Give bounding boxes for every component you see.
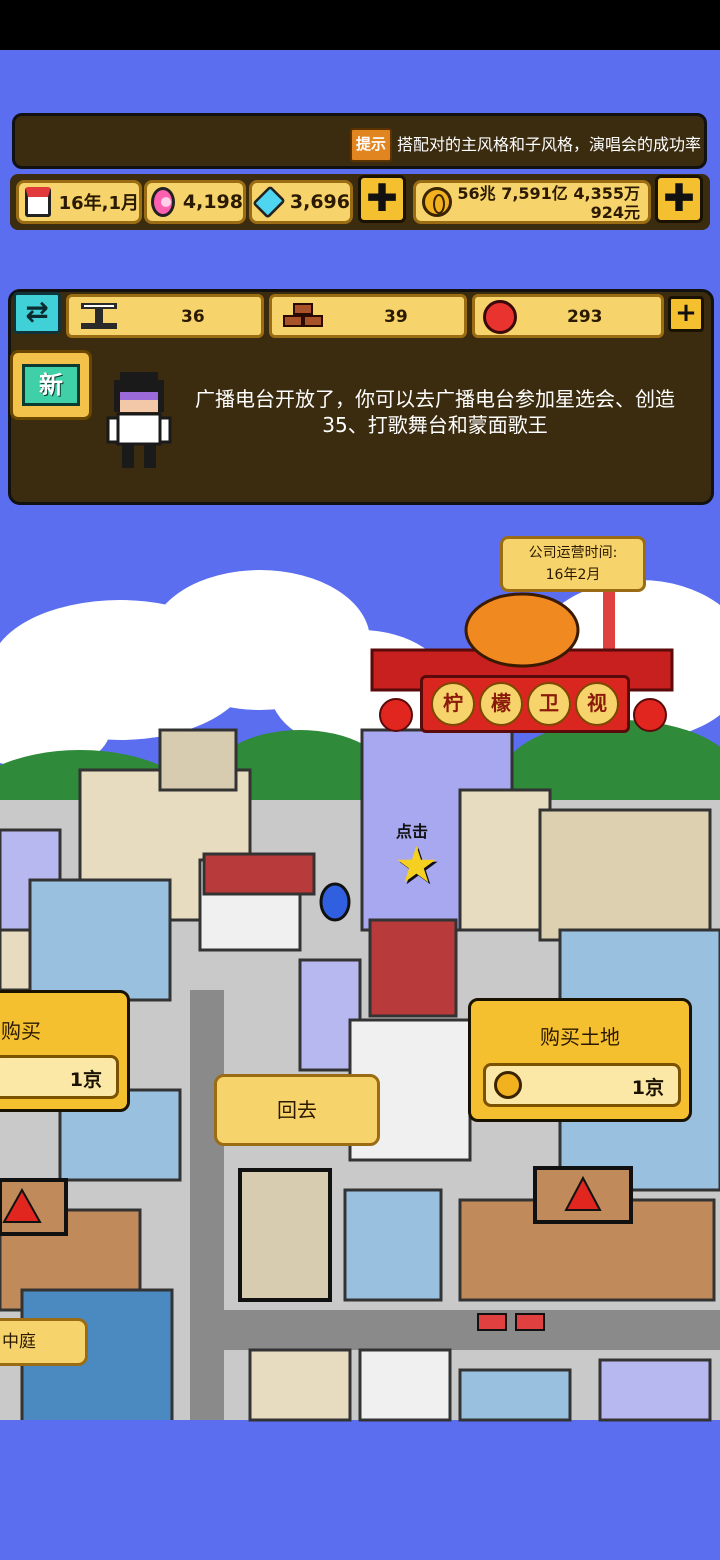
pink-gem-value: 4,198: [182, 191, 243, 213]
add-money-button[interactable]: ✚: [655, 175, 703, 223]
apple-counter: 293: [472, 294, 664, 338]
hint-text: 搭配对的主风格和子风格，演唱会的成功率: [397, 135, 702, 154]
hint-badge: 提示: [350, 128, 392, 162]
buy-land-bubble[interactable]: 购买土地 1京: [468, 998, 692, 1122]
tv-char-1: 柠: [431, 682, 475, 726]
operating-time-label: 公司运营时间:: [528, 545, 618, 561]
return-button[interactable]: 回去: [214, 1074, 380, 1146]
date-value: 16年,1月: [58, 193, 139, 214]
city-map[interactable]: [0, 520, 720, 1444]
buy-left-price: 1京: [69, 1069, 102, 1091]
buy-land-price: 1京: [631, 1077, 664, 1099]
money-counter: 56兆 7,591亿 4,355万 924元: [413, 180, 651, 224]
buy-land-bubble-left[interactable]: 购买 1京: [0, 990, 130, 1112]
new-badge[interactable]: 新: [10, 350, 92, 420]
buy-land-title: 购买土地: [540, 1025, 620, 1049]
coin-icon: [494, 1071, 522, 1099]
pink-gem-counter: 4,198: [144, 180, 246, 224]
steel-value: 36: [181, 307, 205, 327]
swap-button[interactable]: ⇄: [13, 292, 61, 334]
add-gems-button[interactable]: ✚: [358, 175, 406, 223]
money-value-line1: 56兆 7,591亿 4,355万: [457, 184, 640, 203]
buy-left-title: 购买: [1, 1019, 41, 1043]
star-icon[interactable]: ★: [394, 840, 439, 890]
new-badge-label: 新: [22, 364, 80, 406]
apple-icon: [483, 300, 517, 334]
courtyard-label[interactable]: 中庭: [0, 1318, 88, 1366]
tv-char-4: 视: [575, 682, 619, 726]
calendar-icon: [25, 187, 51, 217]
coin-icon: [422, 187, 452, 217]
lemon-tv-building[interactable]: 柠 檬 卫 视: [420, 675, 630, 733]
brick-icon: [283, 303, 323, 327]
bottom-area: [0, 1444, 720, 1560]
blue-gem-icon: [252, 185, 286, 219]
npc-character: [106, 372, 172, 468]
tv-char-3: 卫: [527, 682, 571, 726]
steel-beam-icon: [81, 303, 117, 329]
money-value-line2: 924元: [590, 203, 640, 222]
steel-counter: 36: [66, 294, 264, 338]
pink-gem-icon: [151, 187, 175, 217]
add-materials-button[interactable]: +: [668, 296, 704, 332]
operating-time-bubble: 公司运营时间: 16年2月: [500, 536, 646, 592]
hint-ticker: 提示 搭配对的主风格和子风格，演唱会的成功率: [12, 113, 707, 169]
notice-message: 广播电台开放了，你可以去广播电台参加星选会、创造35、打歌舞台和蒙面歌王: [195, 387, 675, 437]
operating-time-value: 16年2月: [545, 567, 601, 583]
buy-left-price-box: 1京: [0, 1055, 119, 1099]
date-display: 16年,1月: [16, 180, 142, 224]
buy-land-price-box: 1京: [483, 1063, 681, 1107]
status-bar: [0, 0, 720, 50]
brick-value: 39: [384, 307, 408, 327]
apple-value: 293: [567, 307, 603, 327]
tv-char-2: 檬: [479, 682, 523, 726]
blue-gem-counter: 3,696: [249, 180, 353, 224]
blue-gem-value: 3,696: [289, 191, 350, 213]
brick-counter: 39: [269, 294, 467, 338]
